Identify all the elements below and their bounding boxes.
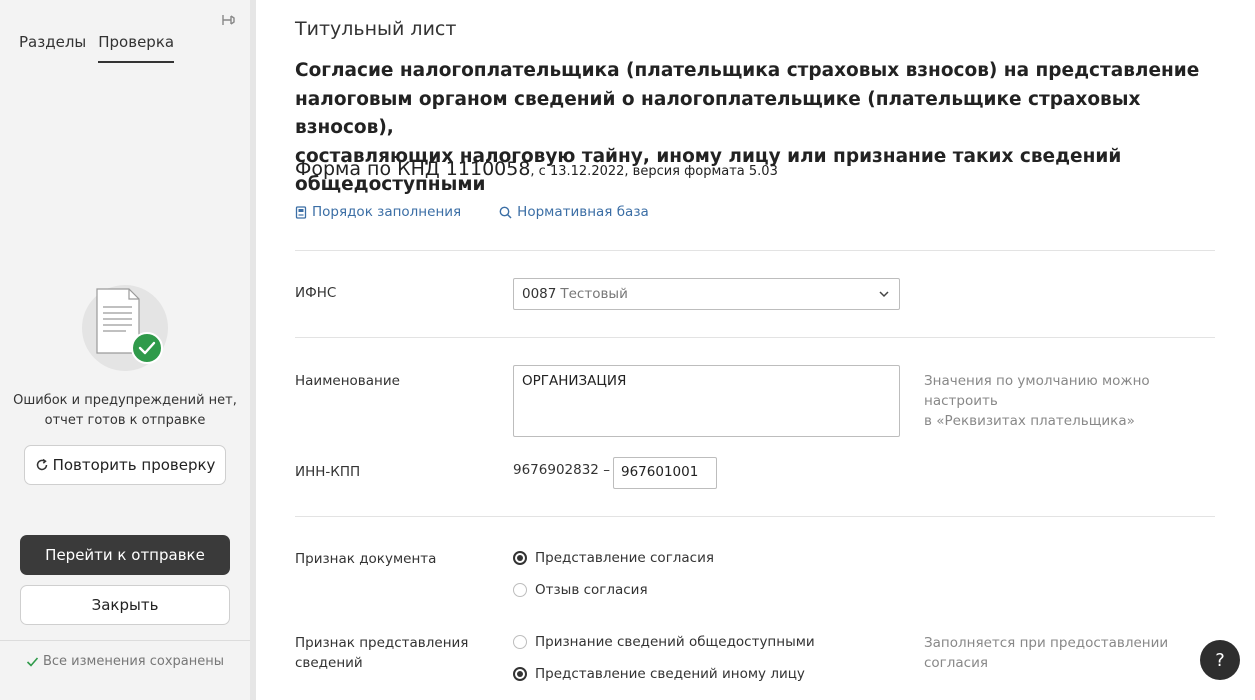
form-title-line: налоговым органом сведений о налогоплате…	[295, 88, 1141, 139]
check-status-text: Ошибок и предупреждений нет, отчет готов…	[0, 391, 250, 431]
name-label: Наименование	[295, 373, 400, 389]
chevron-down-icon	[879, 291, 889, 298]
inn-value: 9676902832 –	[513, 462, 610, 478]
inn-number: 9676902832	[513, 462, 599, 478]
radio-label: Представление согласия	[535, 550, 715, 566]
saved-status-label: Все изменения сохранены	[42, 654, 225, 669]
refresh-icon	[36, 458, 47, 471]
go-to-send-button[interactable]: Перейти к отправке	[20, 535, 230, 575]
radio-consent-provision[interactable]: Представление согласия	[513, 550, 714, 566]
checkmark-icon	[26, 657, 39, 667]
form-version: , с 13.12.2022, версия формата 5.03	[530, 164, 778, 179]
ifns-label: ИФНС	[295, 285, 337, 301]
radio-button[interactable]	[513, 583, 527, 597]
info-sign-label: Признак представления сведений	[295, 633, 468, 673]
inn-kpp-dash: –	[603, 462, 610, 478]
defaults-hint: Значения по умолчанию можно настроить в …	[924, 371, 1215, 431]
form-title-line: Согласие налогоплательщика (плательщика …	[295, 60, 1200, 81]
normative-base-link-label: Нормативная база	[517, 204, 649, 220]
defaults-hint-line2: в «Реквизитах плательщика»	[924, 413, 1135, 429]
tab-sections[interactable]: Разделы	[19, 33, 86, 63]
sidebar-tabs: Разделы Проверка	[19, 33, 175, 63]
divider	[295, 337, 1215, 338]
divider	[295, 250, 1215, 251]
page-title: Титульный лист	[295, 18, 457, 40]
radio-label: Представление сведений иному лицу	[535, 666, 805, 682]
check-status-line2: отчет готов к отправке	[44, 413, 206, 428]
info-sign-label-line1: Признак представления	[295, 635, 469, 651]
document-check-icon	[82, 285, 168, 371]
radio-consent-revocation[interactable]: Отзыв согласия	[513, 582, 648, 598]
sidebar-splitter[interactable]	[250, 0, 256, 700]
radio-button[interactable]	[513, 551, 527, 565]
recheck-button-label: Повторить проверку	[52, 456, 216, 474]
consent-hint: Заполняется при предоставлении согласия	[924, 635, 1169, 671]
radio-other-person[interactable]: Представление сведений иному лицу	[513, 666, 805, 682]
organization-name-field[interactable]: ОРГАНИЗАЦИЯ	[513, 365, 900, 437]
ifns-select[interactable]: 0087 Тестовый	[513, 278, 900, 310]
tab-check[interactable]: Проверка	[98, 33, 175, 63]
close-button[interactable]: Закрыть	[20, 585, 230, 625]
ifns-code: 0087	[522, 286, 557, 302]
divider	[0, 640, 250, 641]
form-code-line: Форма по КНД 1110058, с 13.12.2022, верс…	[295, 158, 778, 180]
sidebar: Разделы Проверка Ошибок и предупреждений…	[0, 0, 250, 700]
check-status-line1: Ошибок и предупреждений нет,	[13, 393, 237, 408]
help-button[interactable]: ?	[1200, 640, 1240, 680]
pin-icon[interactable]	[219, 12, 237, 30]
fill-order-link[interactable]: Порядок заполнения	[295, 204, 461, 220]
radio-public-info[interactable]: Признание сведений общедоступными	[513, 634, 815, 650]
divider	[295, 516, 1215, 517]
normative-base-link[interactable]: Нормативная база	[499, 204, 649, 220]
recheck-button[interactable]: Повторить проверку	[24, 445, 226, 485]
radio-label: Признание сведений общедоступными	[535, 634, 815, 650]
radio-button[interactable]	[513, 635, 527, 649]
fill-order-link-label: Порядок заполнения	[312, 204, 462, 220]
form-code: Форма по КНД 1110058	[295, 158, 531, 180]
form-links: Порядок заполнения Нормативная база	[295, 204, 649, 220]
ifns-name: Тестовый	[560, 286, 628, 302]
saved-status: Все изменения сохранены	[0, 654, 250, 669]
kpp-input[interactable]: 967601001	[613, 457, 717, 489]
book-icon	[295, 205, 307, 219]
defaults-hint-line1: Значения по умолчанию можно настроить	[924, 373, 1150, 409]
info-sign-label-line2: сведений	[295, 655, 363, 671]
inn-kpp-label: ИНН-КПП	[295, 464, 361, 480]
search-icon	[499, 206, 512, 219]
main-content: Титульный лист Согласие налогоплательщик…	[295, 0, 1215, 700]
radio-label: Отзыв согласия	[535, 582, 648, 598]
radio-button[interactable]	[513, 667, 527, 681]
doc-sign-label: Признак документа	[295, 551, 437, 567]
